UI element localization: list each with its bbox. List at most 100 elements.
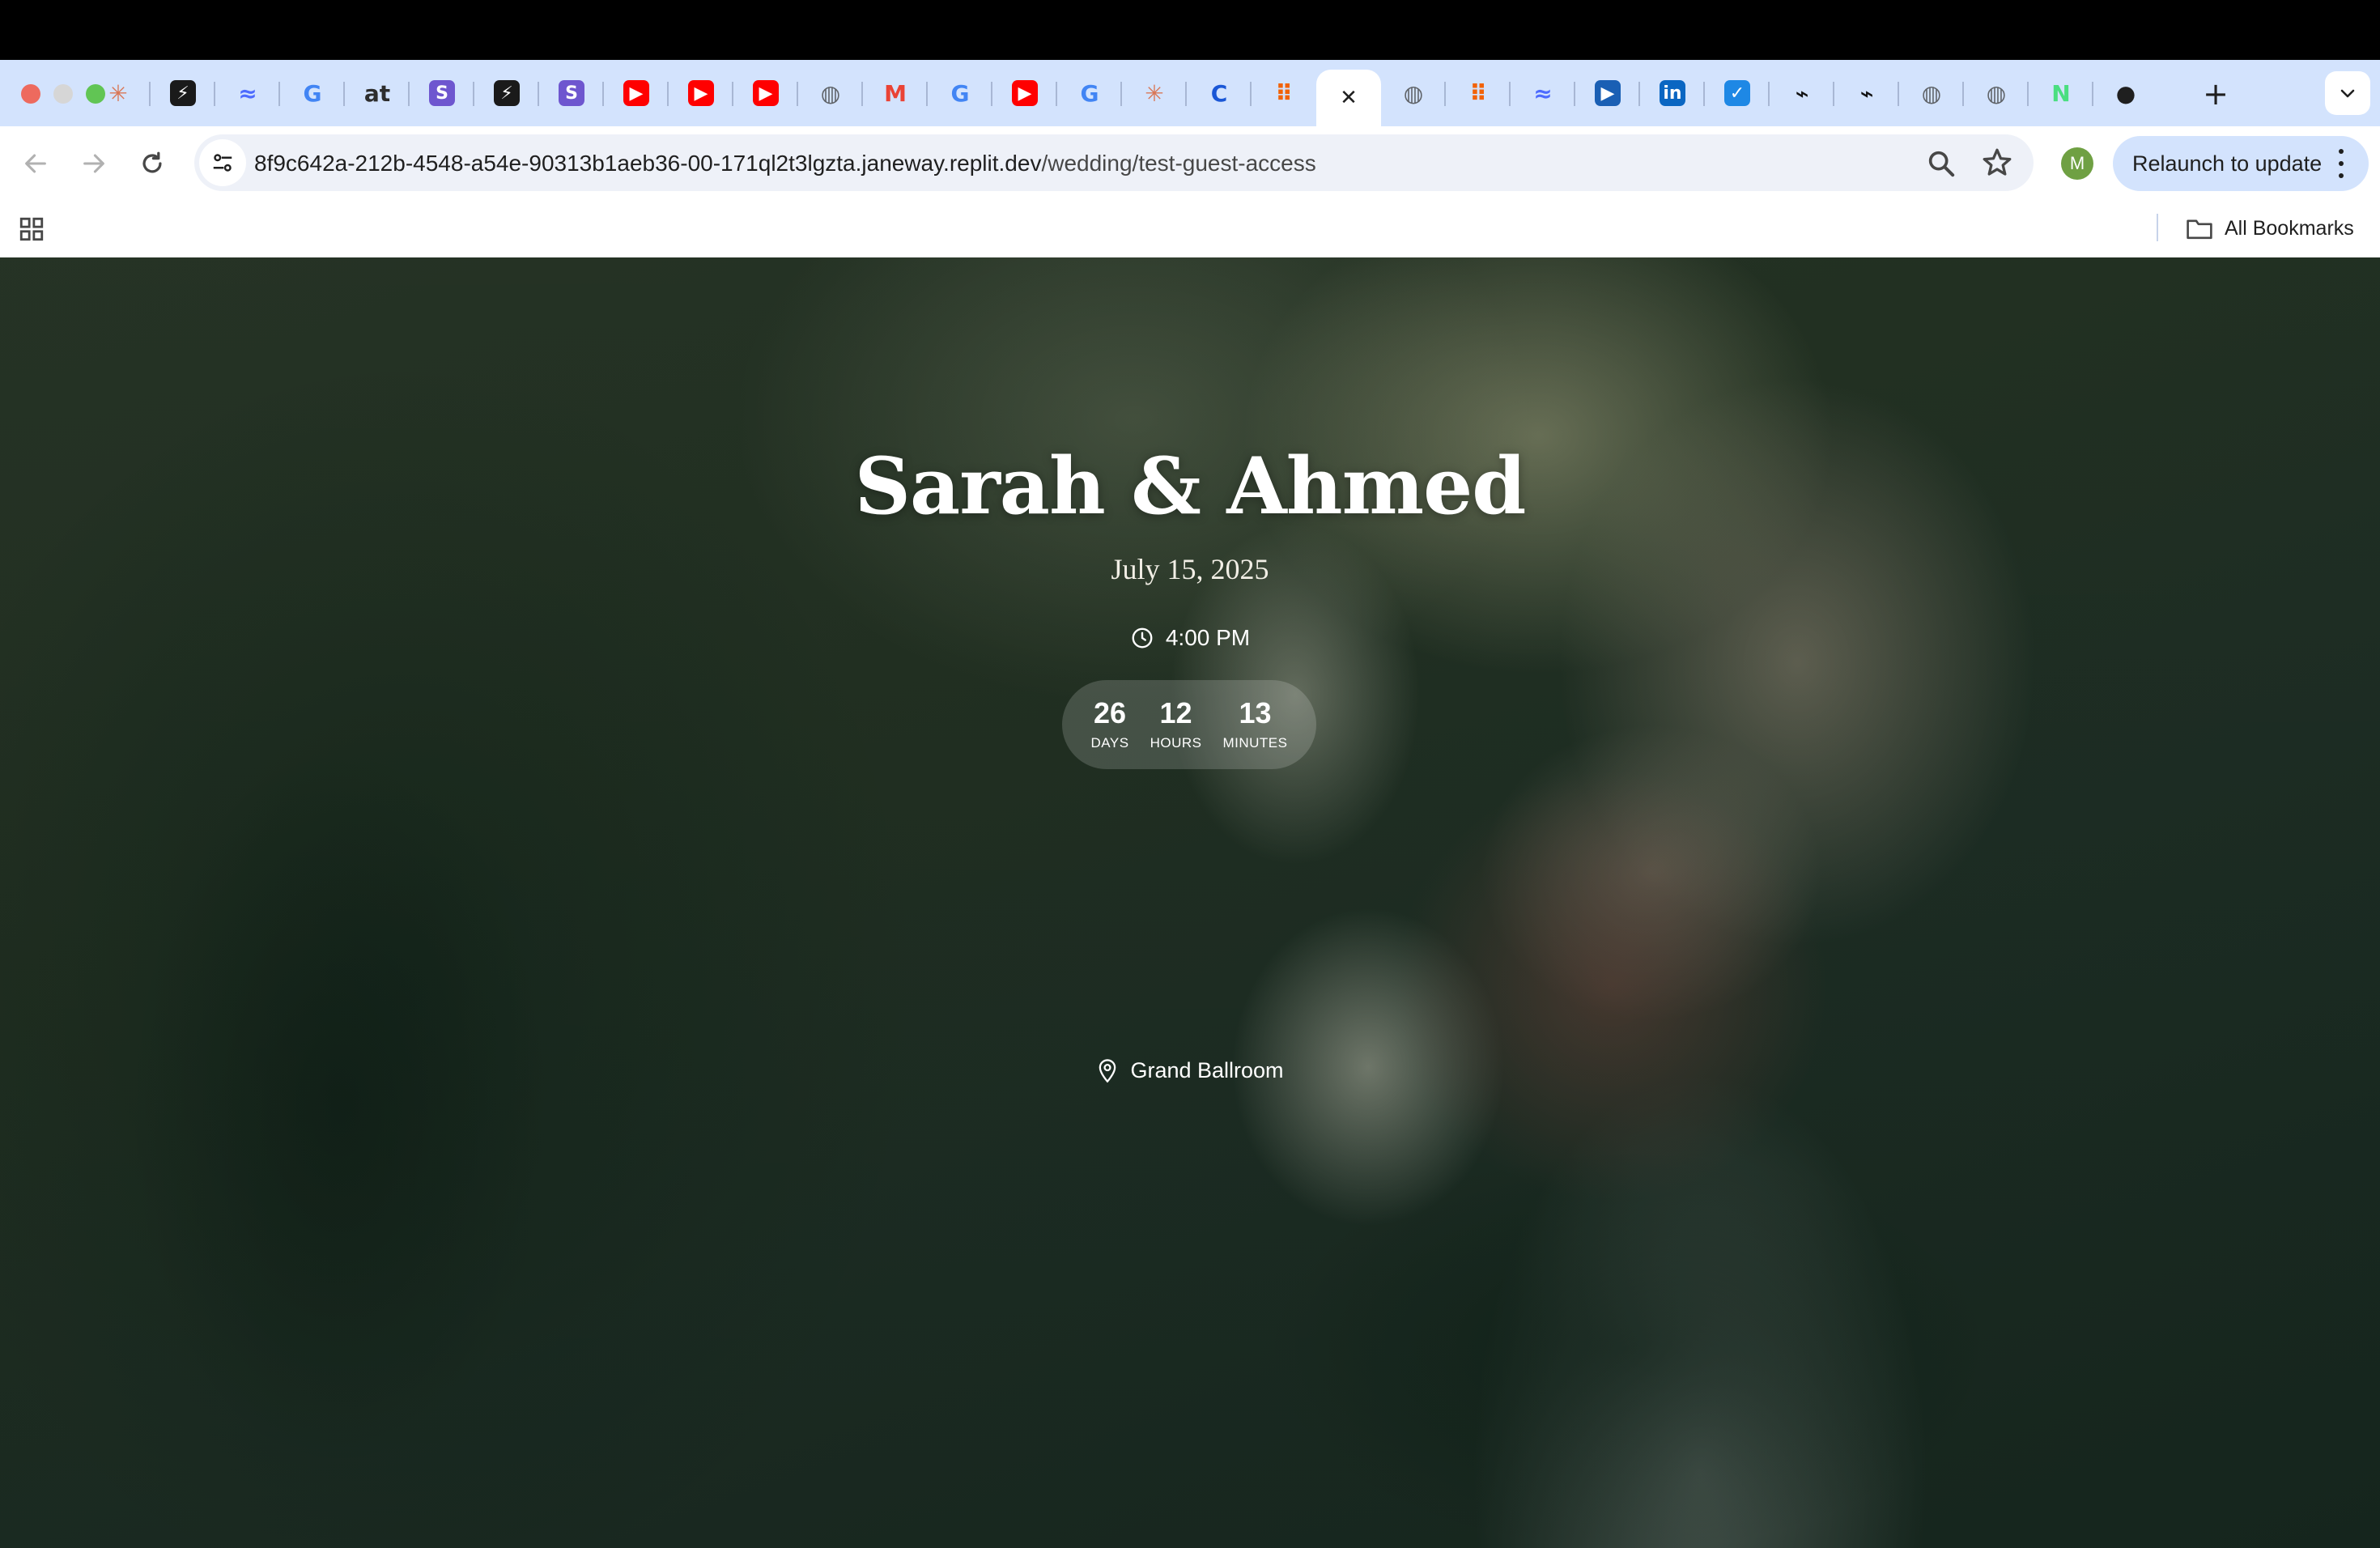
- url-host: 8f9c642a-212b-4548-a54e-90313b1aeb36-00-…: [254, 151, 1042, 176]
- youtube-icon: ▶: [688, 80, 714, 106]
- s-icon: S: [429, 80, 455, 106]
- browser-tab[interactable]: ≈: [215, 70, 280, 117]
- c-icon: C: [1210, 79, 1228, 107]
- browser-tab[interactable]: ✓: [1705, 70, 1770, 117]
- browser-tab[interactable]: G: [1057, 70, 1122, 117]
- at-icon: at: [363, 79, 391, 107]
- countdown-minutes-value: 13: [1239, 696, 1272, 729]
- close-icon[interactable]: ✕: [1336, 85, 1362, 111]
- browser-tab[interactable]: ◍: [1381, 70, 1446, 117]
- zoom-icon[interactable]: [1925, 147, 1957, 180]
- github-icon: ●: [2115, 79, 2136, 107]
- browser-tab[interactable]: ✳: [86, 70, 151, 117]
- browser-tab[interactable]: C: [1187, 70, 1252, 117]
- google-icon: G: [950, 79, 970, 107]
- s-icon: S: [559, 80, 584, 106]
- map-pin-icon: [1099, 1059, 1116, 1083]
- browser-tab[interactable]: ▶: [604, 70, 669, 117]
- arrow-left-icon: [25, 154, 46, 173]
- youtube-icon: ▶: [753, 80, 779, 106]
- countdown-minutes: 13 MINUTES: [1222, 697, 1287, 752]
- browser-tab[interactable]: ▶: [669, 70, 733, 117]
- video-icon: ▶: [1595, 80, 1621, 106]
- reload-button[interactable]: [131, 142, 173, 185]
- browser-tab[interactable]: ◍: [1964, 70, 2029, 117]
- ceremony-time: 4:00 PM: [0, 625, 2380, 651]
- youtube-icon: ▶: [623, 80, 649, 106]
- gmail-icon: M: [884, 79, 907, 107]
- tab-active[interactable]: ✕: [1316, 70, 1381, 126]
- all-bookmarks-button[interactable]: All Bookmarks: [2186, 214, 2354, 243]
- youtube-icon: ▶: [1012, 80, 1038, 106]
- new-tab-button[interactable]: +: [2197, 76, 2234, 113]
- window-minimize-button[interactable]: [53, 84, 73, 104]
- bolt-icon: ⚡: [170, 80, 196, 106]
- tab-search-button[interactable]: [2325, 71, 2370, 115]
- bolt-icon: ⚡: [494, 80, 520, 106]
- browser-tab[interactable]: S: [410, 70, 474, 117]
- browser-tab[interactable]: ▶: [992, 70, 1057, 117]
- url-text[interactable]: 8f9c642a-212b-4548-a54e-90313b1aeb36-00-…: [254, 147, 1316, 180]
- countdown-hours-value: 12: [1159, 696, 1192, 729]
- browser-tab[interactable]: ▶: [733, 70, 798, 117]
- browser-tab[interactable]: at: [345, 70, 410, 117]
- browser-tab[interactable]: ⌁: [1770, 70, 1834, 117]
- countdown-days-value: 26: [1094, 696, 1127, 729]
- globe-icon: ◍: [1403, 79, 1424, 107]
- more-menu-icon[interactable]: [2336, 149, 2346, 178]
- browser-tab[interactable]: S: [539, 70, 604, 117]
- ceremony-time-text: 4:00 PM: [1165, 625, 1251, 650]
- countdown-minutes-label: MINUTES: [1222, 735, 1288, 751]
- browser-tab[interactable]: ▶: [1575, 70, 1640, 117]
- browser-tab[interactable]: in: [1640, 70, 1705, 117]
- tasks-icon: ✓: [1724, 80, 1750, 106]
- profile-avatar[interactable]: M: [2061, 147, 2093, 180]
- browser-tab[interactable]: ✳: [1122, 70, 1187, 117]
- apps-grid-icon[interactable]: [18, 215, 45, 243]
- browser-tab[interactable]: G: [280, 70, 345, 117]
- linkedin-icon: in: [1660, 80, 1685, 106]
- countdown-timer: 26 DAYS 12 HOURS 13 MINUTES: [1062, 680, 1316, 769]
- back-button[interactable]: [15, 142, 57, 185]
- browser-tab[interactable]: ⌁: [1834, 70, 1899, 117]
- countdown-days: 26 DAYS: [1091, 697, 1129, 752]
- browser-tab[interactable]: ⠿: [1446, 70, 1511, 117]
- bookmark-star-icon[interactable]: [1980, 146, 2014, 180]
- browser-tab[interactable]: G: [928, 70, 992, 117]
- wedding-date: July 15, 2025: [1111, 553, 1269, 585]
- reload-icon: [142, 151, 162, 173]
- browser-tab[interactable]: M: [863, 70, 928, 117]
- relaunch-label: Relaunch to update: [2132, 151, 2323, 176]
- browser-tab[interactable]: ≈: [1511, 70, 1575, 117]
- claude-icon: ✳: [1145, 79, 1164, 107]
- browser-tab[interactable]: N: [2029, 70, 2093, 117]
- browser-tab[interactable]: ⚡: [474, 70, 539, 117]
- globe-icon: ◍: [1921, 79, 1942, 107]
- browser-tab[interactable]: ⠿: [1252, 70, 1316, 117]
- bookmarks-divider: [2157, 214, 2158, 241]
- n-icon: N: [2051, 79, 2071, 107]
- site-info-button[interactable]: [199, 139, 246, 186]
- couple-names-title: Sarah & Ahmed: [854, 440, 1527, 532]
- countdown-hours-label: HOURS: [1150, 735, 1202, 751]
- countdown-days-label: DAYS: [1090, 735, 1129, 751]
- browser-tab[interactable]: ◍: [798, 70, 863, 117]
- clock-icon: [1132, 627, 1153, 649]
- browser-tab[interactable]: ●: [2093, 70, 2158, 117]
- claude-icon: ✳: [108, 79, 128, 107]
- chevron-down-icon: [2340, 89, 2355, 98]
- tune-icon: [213, 154, 232, 172]
- deepseek-icon: ≈: [238, 79, 257, 107]
- globe-icon: ◍: [1986, 79, 2007, 107]
- relaunch-button[interactable]: Relaunch to update: [2113, 136, 2369, 191]
- browser-tab[interactable]: ⚡: [151, 70, 215, 117]
- all-bookmarks-label: All Bookmarks: [2225, 216, 2354, 240]
- venue-location: Grand Ballroom: [0, 1057, 2380, 1083]
- browser-tab[interactable]: ◍: [1899, 70, 1964, 117]
- forward-button[interactable]: [73, 142, 115, 185]
- url-path: /wedding/test-guest-access: [1041, 151, 1316, 176]
- folder-icon: [2187, 219, 2212, 240]
- window-close-button[interactable]: [21, 84, 40, 104]
- deepseek-icon: ≈: [1533, 79, 1553, 107]
- screen-top-bar: [0, 0, 2380, 60]
